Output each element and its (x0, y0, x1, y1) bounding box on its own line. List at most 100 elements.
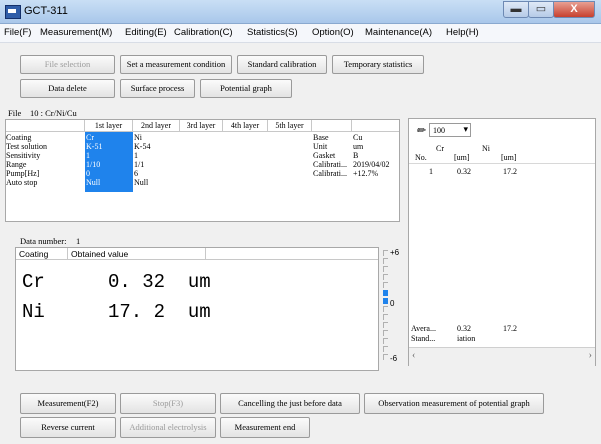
cell-2nd-auto-stop: Null (134, 178, 149, 187)
menu-calibration[interactable]: Calibration(C) (174, 27, 233, 38)
file-value: 10 : Cr/Ni/Cu (30, 108, 77, 118)
std-deviation-cr: iation (457, 334, 476, 343)
menu-help[interactable]: Help(H) (446, 27, 479, 38)
gauge-tick (383, 266, 388, 272)
close-button[interactable]: X (553, 1, 595, 18)
menu-measurement[interactable]: Measurement(M) (40, 27, 112, 38)
reverse-current-button[interactable]: Reverse current (20, 417, 116, 438)
row-label-coating: Coating (6, 133, 32, 142)
scroll-left-icon[interactable]: ‹ (412, 350, 415, 361)
side-value-calibration-ratio: +12.7% (353, 169, 379, 178)
list-header-ni: Ni (482, 144, 490, 153)
list-unit-ni: [um] (501, 153, 517, 162)
cancel-previous-data-button[interactable]: Cancelling the just before data (220, 393, 360, 414)
measurement-end-button[interactable]: Measurement end (220, 417, 310, 438)
pencil-icon[interactable]: ✏ (416, 124, 425, 137)
gauge-active-segment (383, 298, 388, 304)
list-header-divider (409, 163, 595, 164)
count-select-value: 100 (433, 126, 445, 135)
row-label-pump: Pump[Hz] (6, 169, 40, 178)
data-number-label: Data number: (20, 236, 67, 246)
gauge-label-top: +6 (390, 248, 400, 257)
horizontal-scrollbar[interactable]: ‹ › (409, 347, 595, 366)
menu-editing[interactable]: Editing(E) (125, 27, 167, 38)
row-label-test-solution: Test solution (6, 142, 47, 151)
side-label-base: Base (313, 133, 329, 142)
gauge-tick (383, 314, 388, 320)
side-label-calibration-date: Calibrati... (313, 160, 347, 169)
side-value-gasket: B (353, 151, 359, 160)
measurement-button[interactable]: Measurement(F2) (20, 393, 116, 414)
temporary-statistics-button[interactable]: Temporary statistics (332, 55, 424, 74)
obtained-element-ni: Ni (22, 301, 45, 323)
maximize-button[interactable]: ▭ (528, 1, 554, 18)
gauge-tick (383, 346, 388, 352)
gauge-tick (383, 250, 388, 256)
cell-1st-test-solution: K-51 (86, 142, 103, 151)
cell-1st-pump: 0 (86, 169, 90, 178)
menu-bar: File(F) Measurement(M) Editing(E) Calibr… (0, 24, 601, 43)
cell-2nd-coating: Ni (134, 133, 142, 142)
scroll-right-icon[interactable]: › (589, 350, 592, 361)
average-ni: 17.2 (503, 324, 517, 333)
obtained-value-panel: Coating Obtained value Cr 0. 32 um Ni 17… (15, 247, 379, 371)
gauge-tick (383, 354, 388, 360)
average-label: Avera... (411, 324, 436, 333)
cell-1st-auto-stop: Null (86, 178, 101, 187)
gauge-tick (383, 306, 388, 312)
gauge-label-mid: 0 (390, 299, 395, 308)
chevron-down-icon: ▾ (463, 124, 468, 134)
set-measurement-condition-button[interactable]: Set a measurement condition (120, 55, 232, 74)
side-label-unit: Unit (313, 142, 328, 151)
file-selection-button[interactable]: File selection (20, 55, 115, 74)
cell-2nd-test-solution: K-54 (134, 142, 151, 151)
menu-option[interactable]: Option(O) (312, 27, 354, 38)
cell-2nd-pump: 6 (134, 169, 138, 178)
row-label-range: Range (6, 160, 27, 169)
potential-graph-button[interactable]: Potential graph (200, 79, 292, 98)
main-window: GCT-311 ▬ ▭ X File(F) Measurement(M) Edi… (0, 0, 601, 444)
menu-maintenance[interactable]: Maintenance(A) (365, 27, 432, 38)
header-5th-layer: 5th layer (268, 120, 312, 132)
standard-calibration-button[interactable]: Standard calibration (237, 55, 327, 74)
side-label-gasket: Gasket (313, 151, 336, 160)
list-row-ni[interactable]: 17.2 (503, 167, 517, 176)
header-blank (6, 120, 85, 132)
cell-1st-range: 1/10 (86, 160, 101, 169)
std-deviation-label: Stand... (411, 334, 436, 343)
caption-buttons: ▬ ▭ X (503, 1, 595, 18)
obtained-col-value: Obtained value (68, 248, 206, 260)
list-row-cr[interactable]: 0.32 (457, 167, 471, 176)
surface-process-button[interactable]: Surface process (120, 79, 195, 98)
gauge-active-segment (383, 290, 388, 296)
list-header-no: No. (415, 153, 427, 162)
side-value-calibration-date: 2019/04/02 (353, 160, 390, 169)
stop-button[interactable]: Stop(F3) (120, 393, 216, 414)
gauge-tick (383, 322, 388, 328)
obtained-value-ni: 17. 2 um (108, 301, 211, 323)
additional-electrolysis-button[interactable]: Additional electrolysis (120, 417, 216, 438)
list-header-cr: Cr (436, 144, 444, 153)
obtained-col-coating: Coating (16, 248, 68, 260)
gauge-tick (383, 282, 388, 288)
gauge-tick (383, 274, 388, 280)
menu-statistics[interactable]: Statistics(S) (247, 27, 298, 38)
count-select[interactable]: 100 ▾ (429, 123, 471, 137)
statistics-list-panel: ✏ 100 ▾ Cr Ni No. [um] [um] 1 0.32 17.2 … (408, 118, 596, 366)
app-icon (5, 5, 21, 19)
observation-measurement-button[interactable]: Observation measurement of potential gra… (364, 393, 544, 414)
header-3rd-layer: 3rd layer (180, 120, 223, 132)
header-blank-3 (352, 120, 399, 132)
layer-table: 1st layer 2nd layer 3rd layer 4th layer … (5, 119, 400, 222)
window-title: GCT-311 (24, 5, 68, 17)
data-delete-button[interactable]: Data delete (20, 79, 115, 98)
minimize-button[interactable]: ▬ (503, 1, 529, 18)
menu-file[interactable]: File(F) (4, 27, 31, 38)
list-row-no[interactable]: 1 (429, 167, 433, 176)
row-label-sensitivity: Sensitivity (6, 151, 41, 160)
data-number-value: 1 (76, 236, 81, 246)
header-2nd-layer: 2nd layer (133, 120, 180, 132)
title-bar: GCT-311 ▬ ▭ X (0, 0, 601, 24)
list-unit-cr: [um] (454, 153, 470, 162)
header-1st-layer: 1st layer (85, 120, 133, 132)
